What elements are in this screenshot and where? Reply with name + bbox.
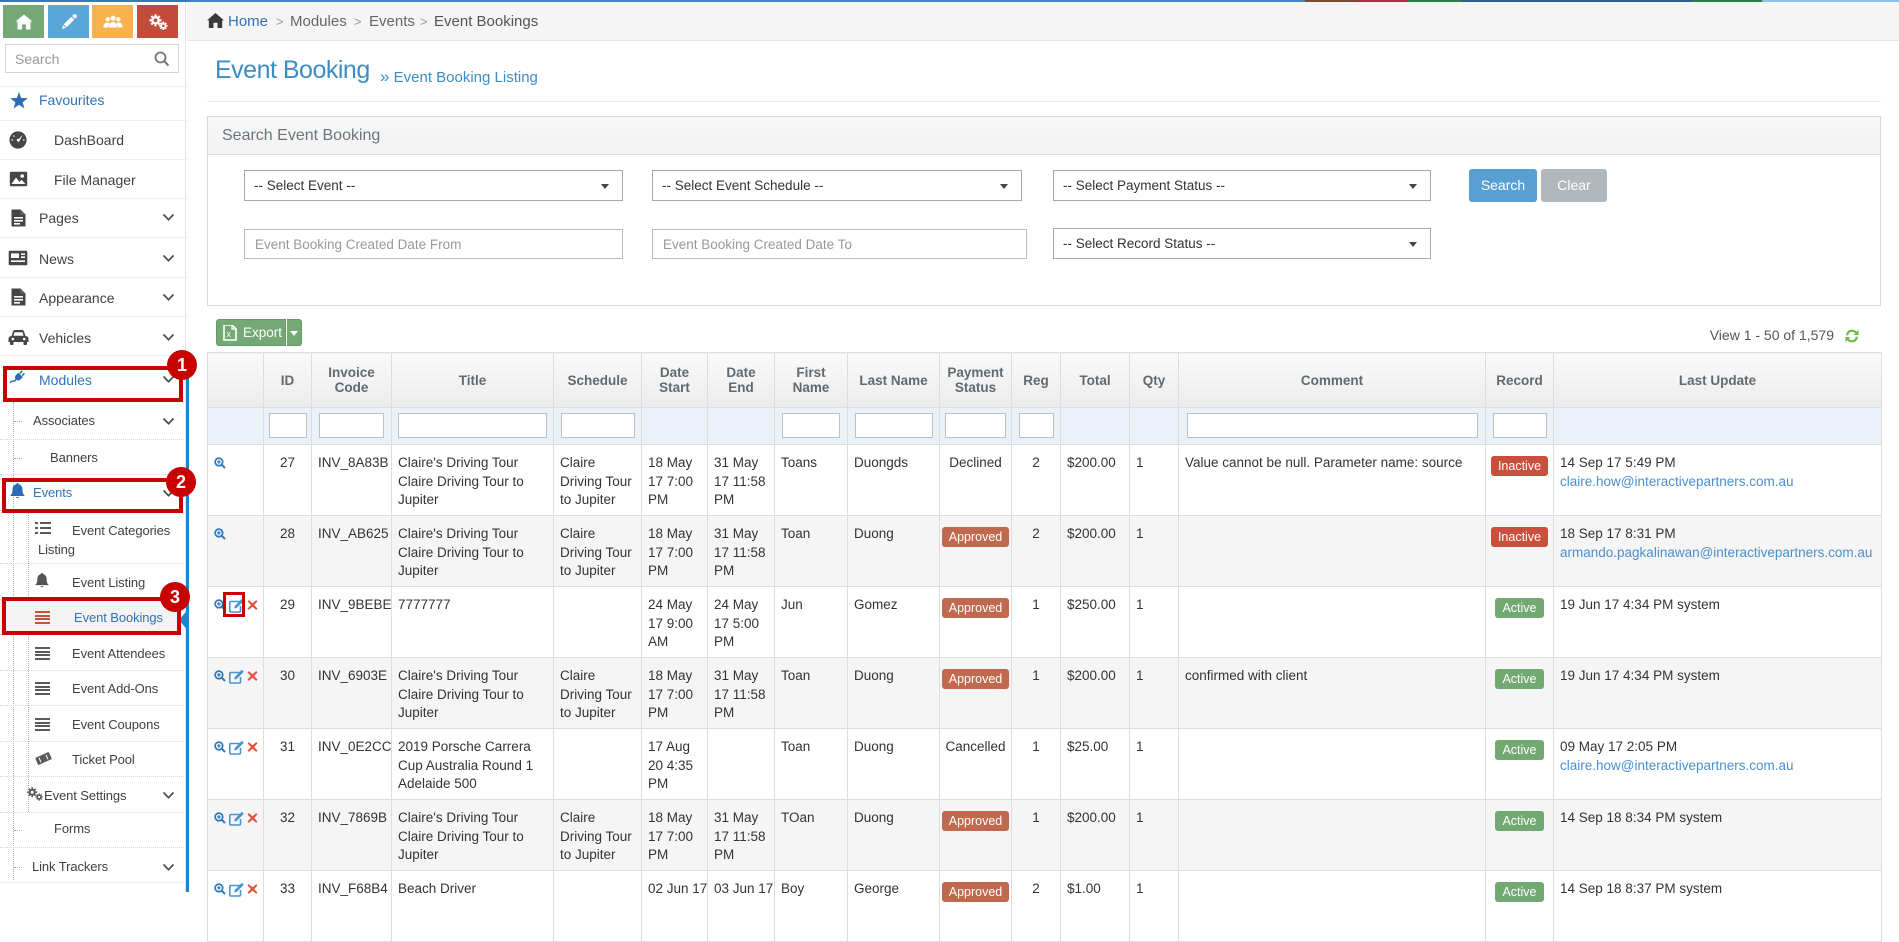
svg-text:x: x — [226, 329, 231, 339]
